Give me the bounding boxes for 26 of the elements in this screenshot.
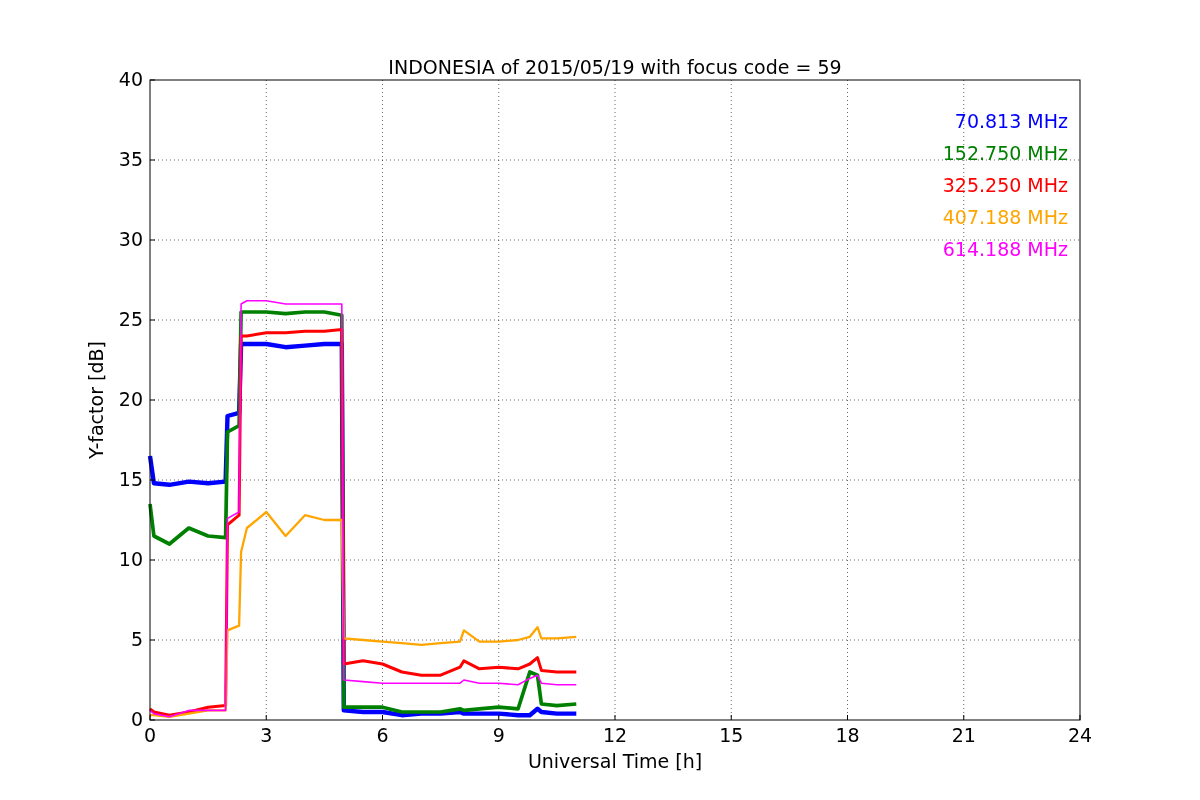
legend-label: 325.250 MHz	[942, 174, 1068, 196]
chart-title: INDONESIA of 2015/05/19 with focus code = 59	[388, 56, 842, 78]
y-tick-label: 15	[118, 468, 143, 490]
x-tick-label: 18	[835, 724, 860, 746]
y-tick-label: 30	[118, 228, 143, 250]
x-axis-label: Universal Time [h]	[527, 750, 703, 772]
x-tick-label: 3	[260, 724, 273, 746]
y-tick-label: 40	[118, 68, 143, 90]
y-tick-label: 20	[118, 388, 143, 410]
legend-label: 70.813 MHz	[954, 110, 1068, 132]
x-tick-label: 24	[1067, 724, 1093, 746]
legend-label: 614.188 MHz	[942, 238, 1068, 260]
y-tick-label: 35	[118, 148, 143, 170]
legend-label: 152.750 MHz	[942, 142, 1068, 164]
y-axis-label: Y-factor [dB]	[85, 341, 107, 459]
x-tick-label: 15	[719, 724, 744, 746]
legend-label: 407.188 MHz	[942, 206, 1068, 228]
x-tick-label: 12	[602, 724, 628, 746]
y-tick-label: 5	[130, 628, 143, 650]
y-tick-label: 25	[118, 308, 143, 330]
x-tick-label: 9	[492, 724, 505, 746]
x-tick-label: 6	[376, 724, 389, 746]
x-tick-label: 21	[951, 724, 976, 746]
x-tick-label: 0	[143, 724, 157, 746]
y-tick-label: 10	[118, 548, 143, 570]
y-tick-label: 0	[130, 708, 143, 730]
